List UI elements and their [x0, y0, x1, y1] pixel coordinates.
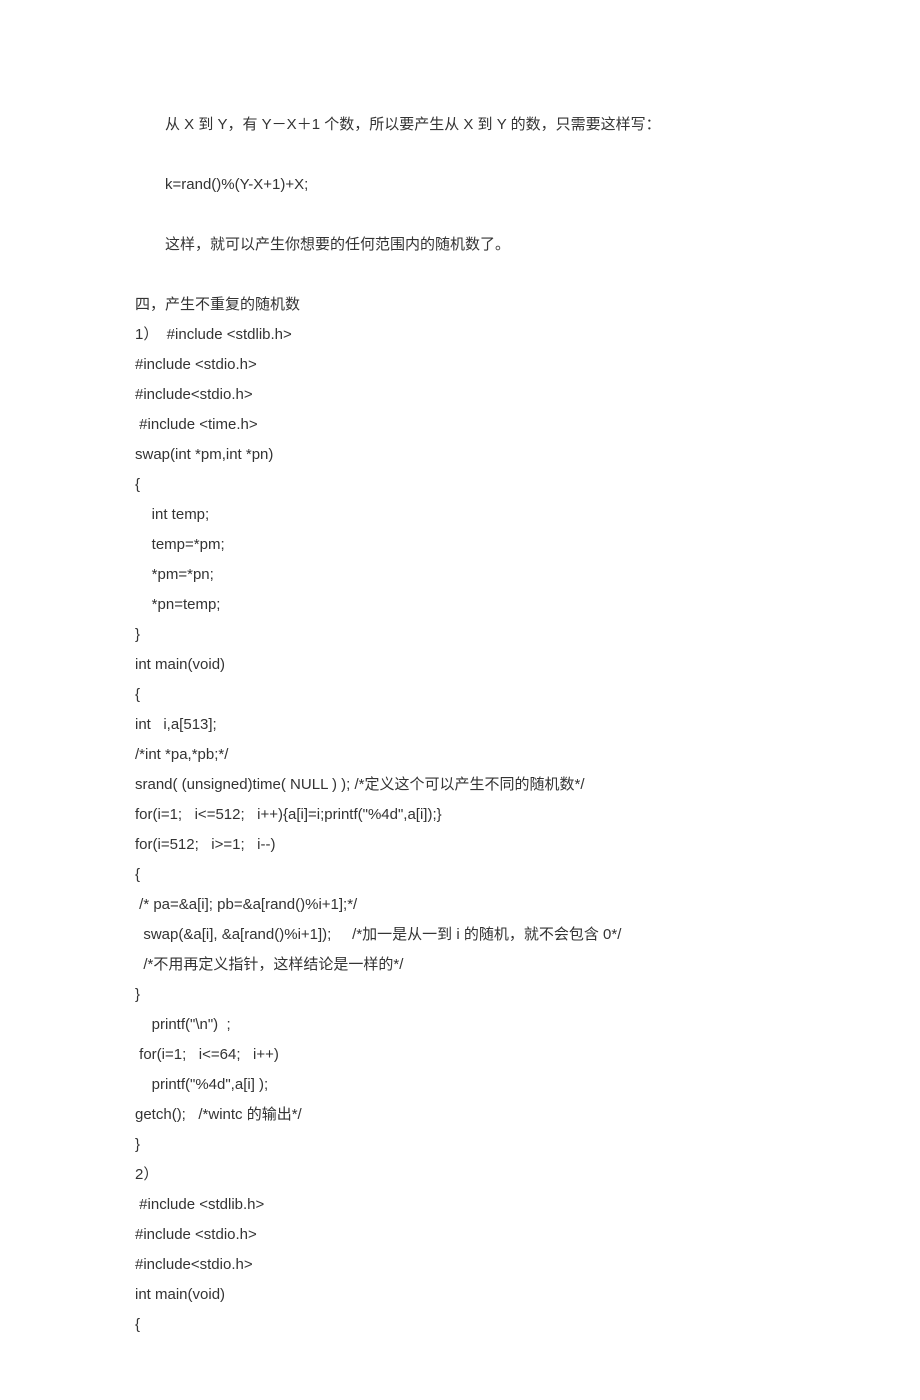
blank-line: [135, 140, 790, 170]
code-line: {: [135, 860, 790, 890]
code-line: #include<stdio.h>: [135, 1250, 790, 1280]
code-line: 四，产生不重复的随机数: [135, 290, 790, 320]
code-line: swap(int *pm,int *pn): [135, 440, 790, 470]
code-line: #include <stdio.h>: [135, 350, 790, 380]
code-line: #include <stdio.h>: [135, 1220, 790, 1250]
code-line: /* pa=&a[i]; pb=&a[rand()%i+1];*/: [135, 890, 790, 920]
code-line: {: [135, 1310, 790, 1340]
code-line: #include<stdio.h>: [135, 380, 790, 410]
code-line: for(i=512; i>=1; i--): [135, 830, 790, 860]
code-line: int i,a[513];: [135, 710, 790, 740]
document-page: 从 X 到 Y，有 Y－X＋1 个数，所以要产生从 X 到 Y 的数，只需要这样…: [0, 0, 920, 1400]
code-line: 2）: [135, 1160, 790, 1190]
code-line: {: [135, 470, 790, 500]
code-line: for(i=1; i<=512; i++){a[i]=i;printf("%4d…: [135, 800, 790, 830]
code-line: /*int *pa,*pb;*/: [135, 740, 790, 770]
code-line: *pm=*pn;: [135, 560, 790, 590]
code-line: #include <stdlib.h>: [135, 1190, 790, 1220]
code-line: printf("%4d",a[i] );: [135, 1070, 790, 1100]
code-line: *pn=temp;: [135, 590, 790, 620]
code-line: /*不用再定义指针，这样结论是一样的*/: [135, 950, 790, 980]
code-line: 1） #include <stdlib.h>: [135, 320, 790, 350]
code-line: int temp;: [135, 500, 790, 530]
code-line: swap(&a[i], &a[rand()%i+1]); /*加一是从一到 i …: [135, 920, 790, 950]
code-line: {: [135, 680, 790, 710]
code-line: srand( (unsigned)time( NULL ) ); /*定义这个可…: [135, 770, 790, 800]
code-line: printf("\n") ;: [135, 1010, 790, 1040]
code-expr: k=rand()%(Y-X+1)+X;: [135, 170, 790, 200]
code-line: getch(); /*wintc 的输出*/: [135, 1100, 790, 1130]
blank-line: [135, 200, 790, 230]
code-line: }: [135, 980, 790, 1010]
code-line: }: [135, 620, 790, 650]
code-line: temp=*pm;: [135, 530, 790, 560]
code-line: #include <time.h>: [135, 410, 790, 440]
paragraph-2: 这样，就可以产生你想要的任何范围内的随机数了。: [135, 230, 790, 260]
code-line: for(i=1; i<=64; i++): [135, 1040, 790, 1070]
paragraph-1: 从 X 到 Y，有 Y－X＋1 个数，所以要产生从 X 到 Y 的数，只需要这样…: [135, 110, 790, 140]
code-line: int main(void): [135, 1280, 790, 1310]
blank-line: [135, 260, 790, 290]
code-line: int main(void): [135, 650, 790, 680]
code-line: }: [135, 1130, 790, 1160]
